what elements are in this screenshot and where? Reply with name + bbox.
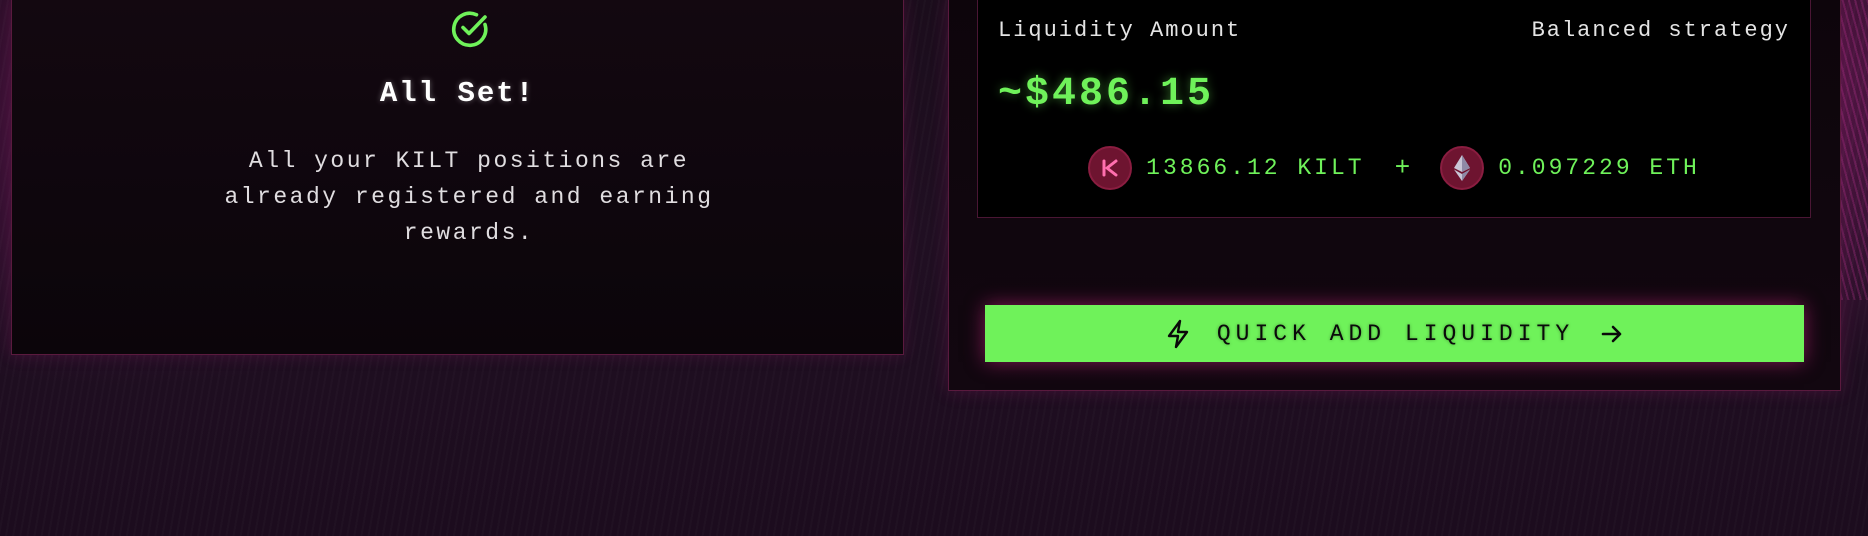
token-breakdown: 13866.12 KILT + 0.097229 ETH bbox=[978, 146, 1810, 190]
status-message: All your KILT positions are already regi… bbox=[224, 148, 714, 246]
kilt-amount: 13866.12 KILT bbox=[1146, 155, 1365, 181]
liquidity-amount-value: ~$486.15 bbox=[998, 72, 1215, 117]
eth-token-icon bbox=[1440, 146, 1485, 190]
registration-status-card: All Set! All your KILT positions are alr… bbox=[11, 0, 904, 355]
quick-add-card: Liquidity Amount Balanced strategy ~$486… bbox=[948, 0, 1841, 391]
quick-add-liquidity-label: QUICK ADD LIQUIDITY bbox=[1216, 320, 1575, 347]
strategy-label: Balanced strategy bbox=[1531, 18, 1790, 43]
quick-add-liquidity-button[interactable]: QUICK ADD LIQUIDITY bbox=[985, 305, 1804, 362]
status-title: All Set! bbox=[379, 77, 536, 110]
lightning-icon bbox=[1167, 319, 1189, 348]
liquidity-amount-label: Liquidity Amount bbox=[998, 18, 1242, 43]
arrow-right-icon bbox=[1601, 325, 1622, 342]
liquidity-amount-box: Liquidity Amount Balanced strategy ~$486… bbox=[977, 0, 1811, 218]
plus-sign: + bbox=[1394, 153, 1411, 183]
eth-amount: 0.097229 ETH bbox=[1498, 155, 1700, 181]
check-circle-icon bbox=[451, 11, 488, 48]
kilt-token-icon bbox=[1088, 146, 1133, 190]
